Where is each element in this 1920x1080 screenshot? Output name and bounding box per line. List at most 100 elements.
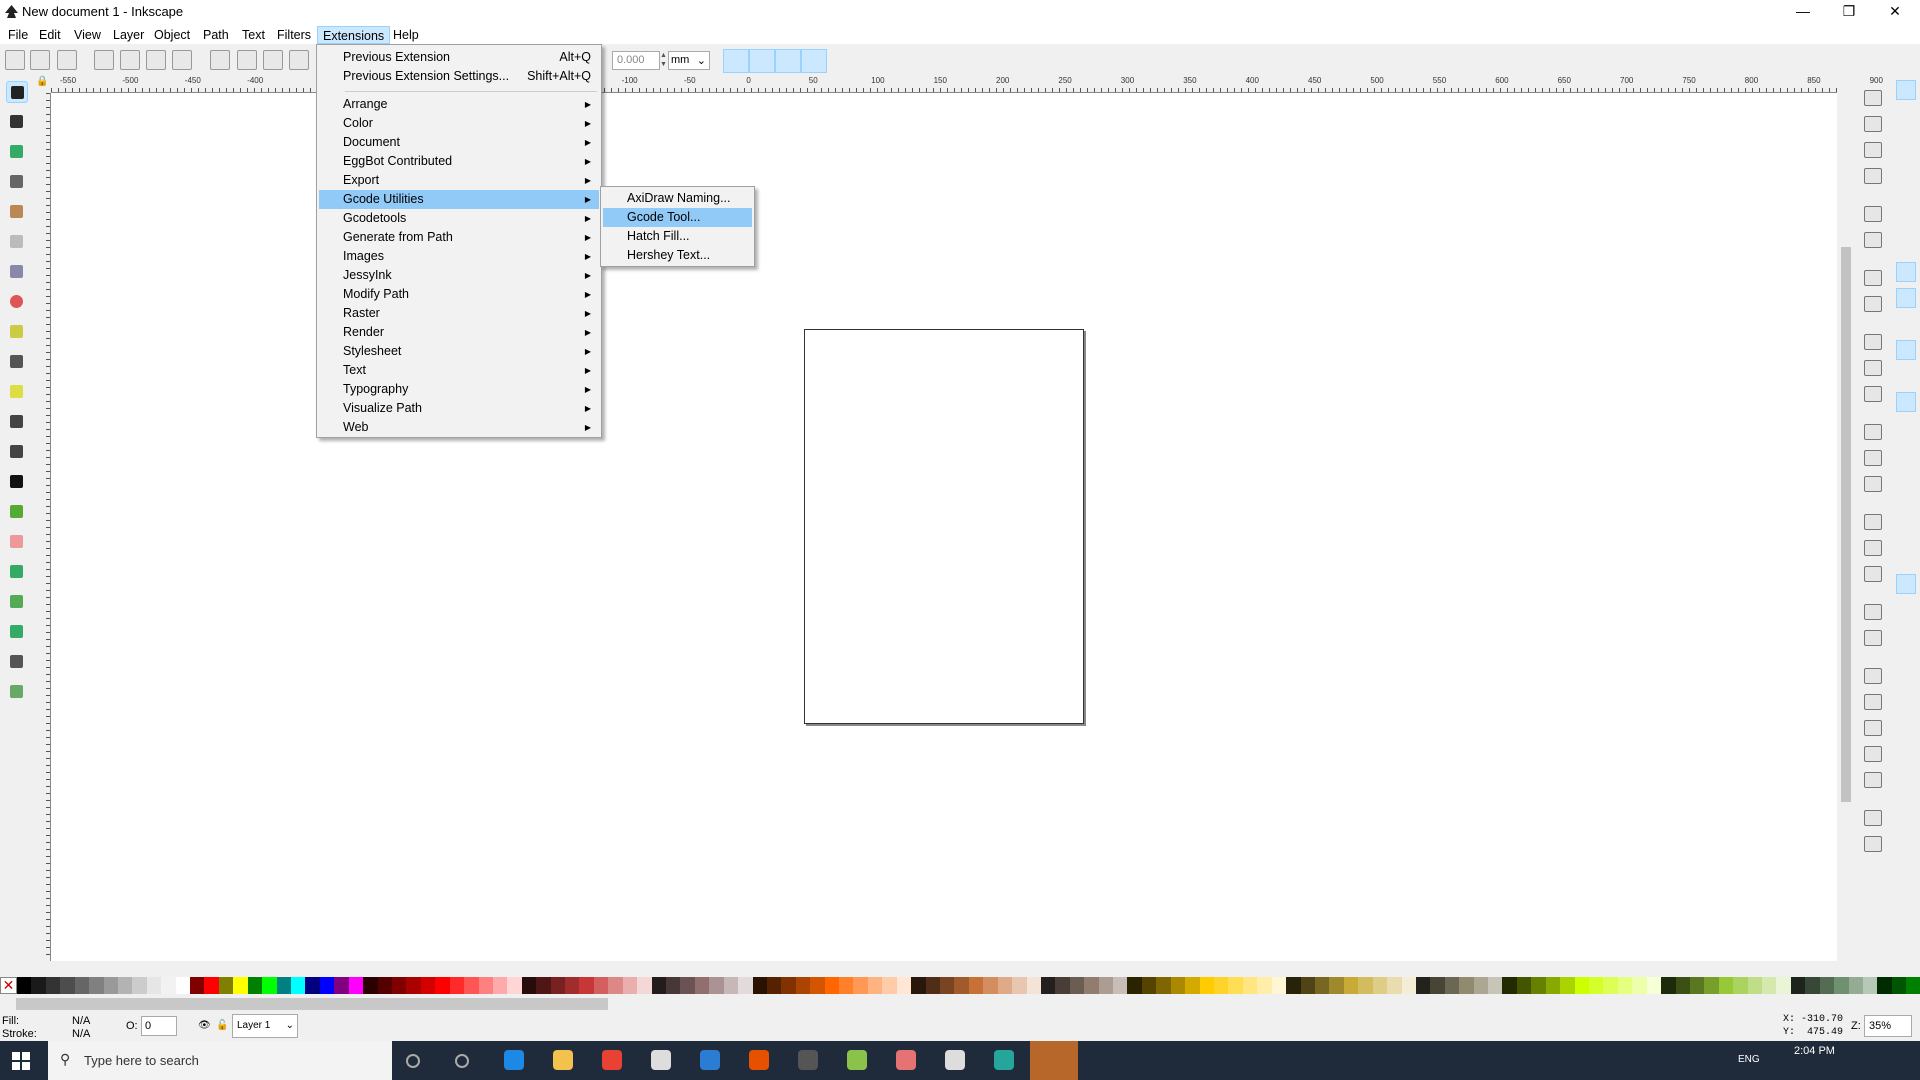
color-swatch[interactable] — [1069, 977, 1085, 994]
menu-edit[interactable]: Edit — [34, 26, 66, 44]
color-swatch[interactable] — [1459, 977, 1474, 994]
unit-select[interactable]: mm ⌄ — [668, 51, 710, 70]
color-swatch[interactable] — [449, 977, 465, 994]
color-swatch[interactable] — [1372, 977, 1388, 994]
color-swatch[interactable] — [637, 977, 652, 994]
menu-item-previous-extension[interactable]: Previous Extension Alt+Q — [319, 48, 599, 67]
height-spinner[interactable]: ▲ ▼ — [660, 51, 668, 70]
snap-toggle-17-icon[interactable] — [1896, 522, 1916, 542]
color-swatch[interactable] — [1560, 977, 1575, 994]
spray-tool-icon[interactable] — [6, 501, 28, 523]
color-swatch[interactable] — [1343, 977, 1359, 994]
import-icon[interactable] — [1864, 206, 1882, 222]
color-swatch[interactable] — [709, 977, 724, 994]
pen-tool-icon[interactable] — [6, 411, 28, 433]
menu-filters[interactable]: Filters — [272, 26, 316, 44]
color-swatch[interactable] — [89, 977, 104, 994]
horizontal-scrollbar[interactable] — [51, 961, 1837, 976]
snap-toggle-2-icon[interactable] — [1896, 132, 1916, 152]
deselect-icon[interactable] — [57, 50, 77, 70]
cut-icon[interactable] — [1864, 360, 1882, 376]
menu-file[interactable]: File — [3, 26, 33, 44]
menu-item-color[interactable]: Color ▶ — [319, 114, 599, 133]
color-swatch[interactable] — [1603, 977, 1618, 994]
color-swatch[interactable] — [1098, 977, 1114, 994]
raise-to-top-icon[interactable] — [289, 50, 309, 70]
color-swatch[interactable] — [1415, 977, 1431, 994]
taskbar-store-icon[interactable] — [651, 1050, 671, 1070]
color-swatch[interactable] — [1588, 977, 1604, 994]
color-swatch[interactable] — [1257, 977, 1272, 994]
color-swatch[interactable] — [853, 977, 868, 994]
snap-toggle-8-icon[interactable] — [1896, 288, 1916, 308]
color-swatch[interactable] — [146, 977, 162, 994]
color-swatch[interactable] — [262, 977, 277, 994]
color-swatch[interactable] — [1689, 977, 1705, 994]
snap-toggle-19-icon[interactable] — [1896, 574, 1916, 594]
color-swatch[interactable] — [492, 977, 508, 994]
color-swatch[interactable] — [204, 977, 219, 994]
color-swatch[interactable] — [1314, 977, 1330, 994]
menu-text[interactable]: Text — [237, 26, 270, 44]
snap-toggle-7-icon[interactable] — [1896, 262, 1916, 282]
snap-toggle-3-icon[interactable] — [1896, 158, 1916, 178]
scale-stroke-toggle[interactable] — [723, 49, 749, 73]
color-swatch[interactable] — [1891, 977, 1907, 994]
taskbar-settings-icon[interactable] — [945, 1050, 965, 1070]
taskbar-app3-icon[interactable] — [896, 1050, 916, 1070]
color-swatch[interactable] — [1646, 977, 1662, 994]
color-swatch[interactable] — [738, 977, 753, 994]
color-swatch[interactable] — [1387, 977, 1402, 994]
color-swatch[interactable] — [1401, 977, 1416, 994]
connector-tool-icon[interactable] — [6, 681, 28, 703]
color-swatch[interactable] — [45, 977, 61, 994]
taskbar-search[interactable]: Type here to search — [48, 1041, 392, 1080]
color-swatch[interactable] — [565, 977, 580, 994]
menu-item-generate-from-path[interactable]: Generate from Path ▶ — [319, 228, 599, 247]
text-tool-icon[interactable] — [6, 471, 28, 493]
color-swatch[interactable] — [1300, 977, 1315, 994]
color-swatch[interactable] — [117, 977, 133, 994]
snap-toggle-6-icon[interactable] — [1896, 236, 1916, 256]
color-swatch[interactable] — [983, 977, 998, 994]
color-swatch[interactable] — [348, 977, 364, 994]
color-swatch[interactable] — [1733, 977, 1748, 994]
selector-tool-icon[interactable] — [6, 81, 28, 103]
menu-item-modify-path[interactable]: Modify Path ▶ — [319, 285, 599, 304]
fill-stroke-icon[interactable] — [1864, 668, 1882, 684]
color-swatch[interactable] — [867, 977, 883, 994]
color-swatch[interactable] — [752, 977, 767, 994]
color-swatch[interactable] — [1170, 977, 1186, 994]
snap-toggle-0-icon[interactable] — [1896, 80, 1916, 100]
layer-select[interactable]: Layer 1 ⌄ — [232, 1014, 298, 1038]
color-swatch[interactable] — [132, 977, 147, 994]
taskbar-mail-icon[interactable] — [700, 1050, 720, 1070]
measure-tool-icon[interactable] — [6, 201, 28, 223]
menu-item-eggbot-contributed[interactable]: EggBot Contributed ▶ — [319, 152, 599, 171]
taskbar-app2-icon[interactable] — [847, 1050, 867, 1070]
color-swatch[interactable] — [1228, 977, 1243, 994]
calligraphy-tool-icon[interactable] — [6, 441, 28, 463]
color-swatch[interactable] — [1531, 977, 1546, 994]
taskbar-inkscape-active[interactable] — [1030, 1041, 1078, 1080]
color-swatch[interactable] — [766, 977, 782, 994]
submenu-item-hatch-fill[interactable]: Hatch Fill... — [603, 227, 752, 246]
color-swatch[interactable] — [103, 977, 118, 994]
zoom-tool-icon[interactable] — [6, 171, 28, 193]
menu-item-arrange[interactable]: Arrange ▶ — [319, 95, 599, 114]
menu-object[interactable]: Object — [149, 26, 195, 44]
move-gradients-toggle[interactable] — [775, 49, 801, 73]
open-icon[interactable] — [1864, 116, 1882, 132]
color-swatch[interactable] — [1286, 977, 1301, 994]
snap-toggle-16-icon[interactable] — [1896, 496, 1916, 516]
undo-icon[interactable] — [1864, 270, 1882, 286]
menu-item-gcode-utilities[interactable]: Gcode Utilities ▶ — [319, 190, 599, 209]
menu-item-typography[interactable]: Typography ▶ — [319, 380, 599, 399]
color-swatch[interactable] — [1877, 977, 1892, 994]
layers-icon[interactable] — [1864, 720, 1882, 736]
ellipse-tool-icon[interactable] — [6, 291, 28, 313]
color-swatch[interactable] — [1430, 977, 1445, 994]
taskbar-task-view-icon[interactable] — [406, 1054, 420, 1068]
menu-item-stylesheet[interactable]: Stylesheet ▶ — [319, 342, 599, 361]
menu-item-raster[interactable]: Raster ▶ — [319, 304, 599, 323]
